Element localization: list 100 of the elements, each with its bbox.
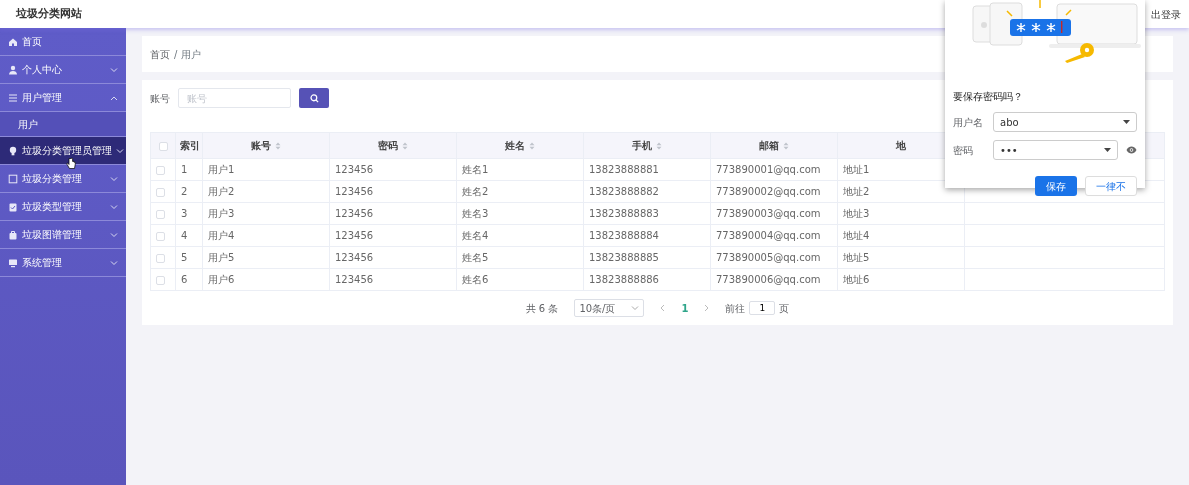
table-cell: 5 <box>175 246 203 269</box>
table-cell: 用户2 <box>202 180 330 203</box>
dropdown-icon <box>1123 120 1130 124</box>
menu-icon <box>8 92 18 103</box>
table-cell: 4 <box>175 224 203 247</box>
home-icon <box>8 36 18 47</box>
table-cell: 773890001@qq.com <box>710 158 838 181</box>
monitor-icon <box>8 257 18 268</box>
sidebar-item[interactable]: 垃圾图谱管理 <box>0 221 126 249</box>
column-header[interactable]: 密码 <box>329 132 457 159</box>
table-cell: 13823888886 <box>583 268 711 291</box>
table-cell: 用户3 <box>202 202 330 225</box>
table-cell: 123456 <box>329 268 457 291</box>
table-cell: 姓名4 <box>456 224 584 247</box>
column-header: 索引 <box>175 132 203 159</box>
dialog-title: 要保存密码吗？ <box>953 90 1024 104</box>
table-cell: 2 <box>175 180 203 203</box>
row-checkbox[interactable] <box>156 209 165 219</box>
sort-icon[interactable] <box>275 142 281 150</box>
goto-page-field[interactable]: 1 <box>749 301 776 315</box>
row-checkbox[interactable] <box>156 231 165 241</box>
sort-icon[interactable] <box>402 142 408 150</box>
page-unit-label: 页 <box>779 301 790 316</box>
sidebar-item[interactable]: 首页 <box>0 28 126 56</box>
row-checkbox[interactable] <box>156 165 165 175</box>
breadcrumb-item[interactable]: 首页 <box>150 46 170 62</box>
sort-icon[interactable] <box>529 142 535 150</box>
logout-link[interactable]: 出登录 <box>1151 6 1181 22</box>
column-header[interactable]: 手机 <box>583 132 711 159</box>
username-label: 用户名 <box>953 115 984 130</box>
sidebar-item[interactable]: 垃圾分类管理员管理 <box>0 137 126 165</box>
sort-icon[interactable] <box>656 142 662 150</box>
next-page-icon[interactable] <box>704 304 710 312</box>
breadcrumb-separator: / <box>174 47 178 62</box>
password-field[interactable]: ••• <box>993 140 1118 160</box>
cursor-icon <box>66 157 76 170</box>
table-cell: 123456 <box>329 224 457 247</box>
select-all-checkbox[interactable] <box>158 141 168 151</box>
password-label: 密码 <box>953 143 974 158</box>
table-cell: 13823888882 <box>583 180 711 203</box>
sidebar-subitem[interactable]: 用户 <box>0 112 126 137</box>
lightbulb-icon <box>8 145 18 156</box>
search-icon <box>309 93 319 103</box>
row-checkbox[interactable] <box>156 187 165 197</box>
bag-icon <box>8 229 18 240</box>
table-cell: 用户1 <box>202 158 330 181</box>
column-header[interactable]: 姓名 <box>456 132 584 159</box>
clipboard-icon <box>8 201 18 212</box>
user-icon <box>8 64 18 75</box>
table-cell: 姓名5 <box>456 246 584 269</box>
table-cell: 773890005@qq.com <box>710 246 838 269</box>
table-cell: 123456 <box>329 202 457 225</box>
search-label: 账号 <box>150 91 170 106</box>
table-cell: 姓名1 <box>456 158 584 181</box>
table-cell: 姓名3 <box>456 202 584 225</box>
table-cell: 13823888883 <box>583 202 711 225</box>
column-header[interactable]: 账号 <box>202 132 330 159</box>
page-size-select[interactable]: 10条/页 <box>574 299 645 317</box>
table-cell: 用户6 <box>202 268 330 291</box>
table-cell: 123456 <box>329 158 457 181</box>
table-cell: 6 <box>175 268 203 291</box>
table-cell: 地址4 <box>837 224 965 247</box>
table-cell: 773890006@qq.com <box>710 268 838 291</box>
table-cell: 地址6 <box>837 268 965 291</box>
row-checkbox[interactable] <box>156 253 165 263</box>
dropdown-icon <box>1104 148 1111 152</box>
site-title: 垃圾分类网站 <box>16 5 82 22</box>
table-cell: 123456 <box>329 246 457 269</box>
total-count: 共 6 条 <box>525 301 559 316</box>
table-cell: 地址3 <box>837 202 965 225</box>
table-cell: 773890003@qq.com <box>710 202 838 225</box>
breadcrumb-item: 用户 <box>181 47 202 62</box>
table-cell: 地址5 <box>837 246 965 269</box>
table-cell: 用户5 <box>202 246 330 269</box>
table-cell: 用户4 <box>202 224 330 247</box>
previous-page-icon[interactable] <box>660 304 666 312</box>
table-cell: 773890002@qq.com <box>710 180 838 203</box>
username-field[interactable]: abo <box>993 112 1137 132</box>
table-cell: 13823888884 <box>583 224 711 247</box>
table-cell: 13823888881 <box>583 158 711 181</box>
table-cell: 1 <box>175 158 203 181</box>
table-cell: 773890004@qq.com <box>710 224 838 247</box>
row-checkbox[interactable] <box>156 275 165 285</box>
table-cell: 123456 <box>329 180 457 203</box>
sidebar-item[interactable]: 个人中心 <box>0 56 126 84</box>
save-button[interactable]: 保存 <box>1035 176 1077 196</box>
search-button[interactable] <box>299 88 329 108</box>
column-header[interactable]: 邮箱 <box>710 132 838 159</box>
table-cell: 3 <box>175 202 203 225</box>
sidebar-item[interactable]: 垃圾类型管理 <box>0 193 126 221</box>
table-cell: 13823888885 <box>583 246 711 269</box>
chevron-icon <box>631 305 640 311</box>
sort-icon[interactable] <box>783 142 789 150</box>
goto-label: 前往 <box>725 301 746 316</box>
square-icon <box>8 173 18 184</box>
table-cell: 姓名6 <box>456 268 584 291</box>
eye-icon[interactable] <box>1126 146 1137 154</box>
never-button[interactable]: 一律不 <box>1085 176 1137 196</box>
table-cell: 姓名2 <box>456 180 584 203</box>
sidebar-item[interactable]: 系统管理 <box>0 249 126 277</box>
